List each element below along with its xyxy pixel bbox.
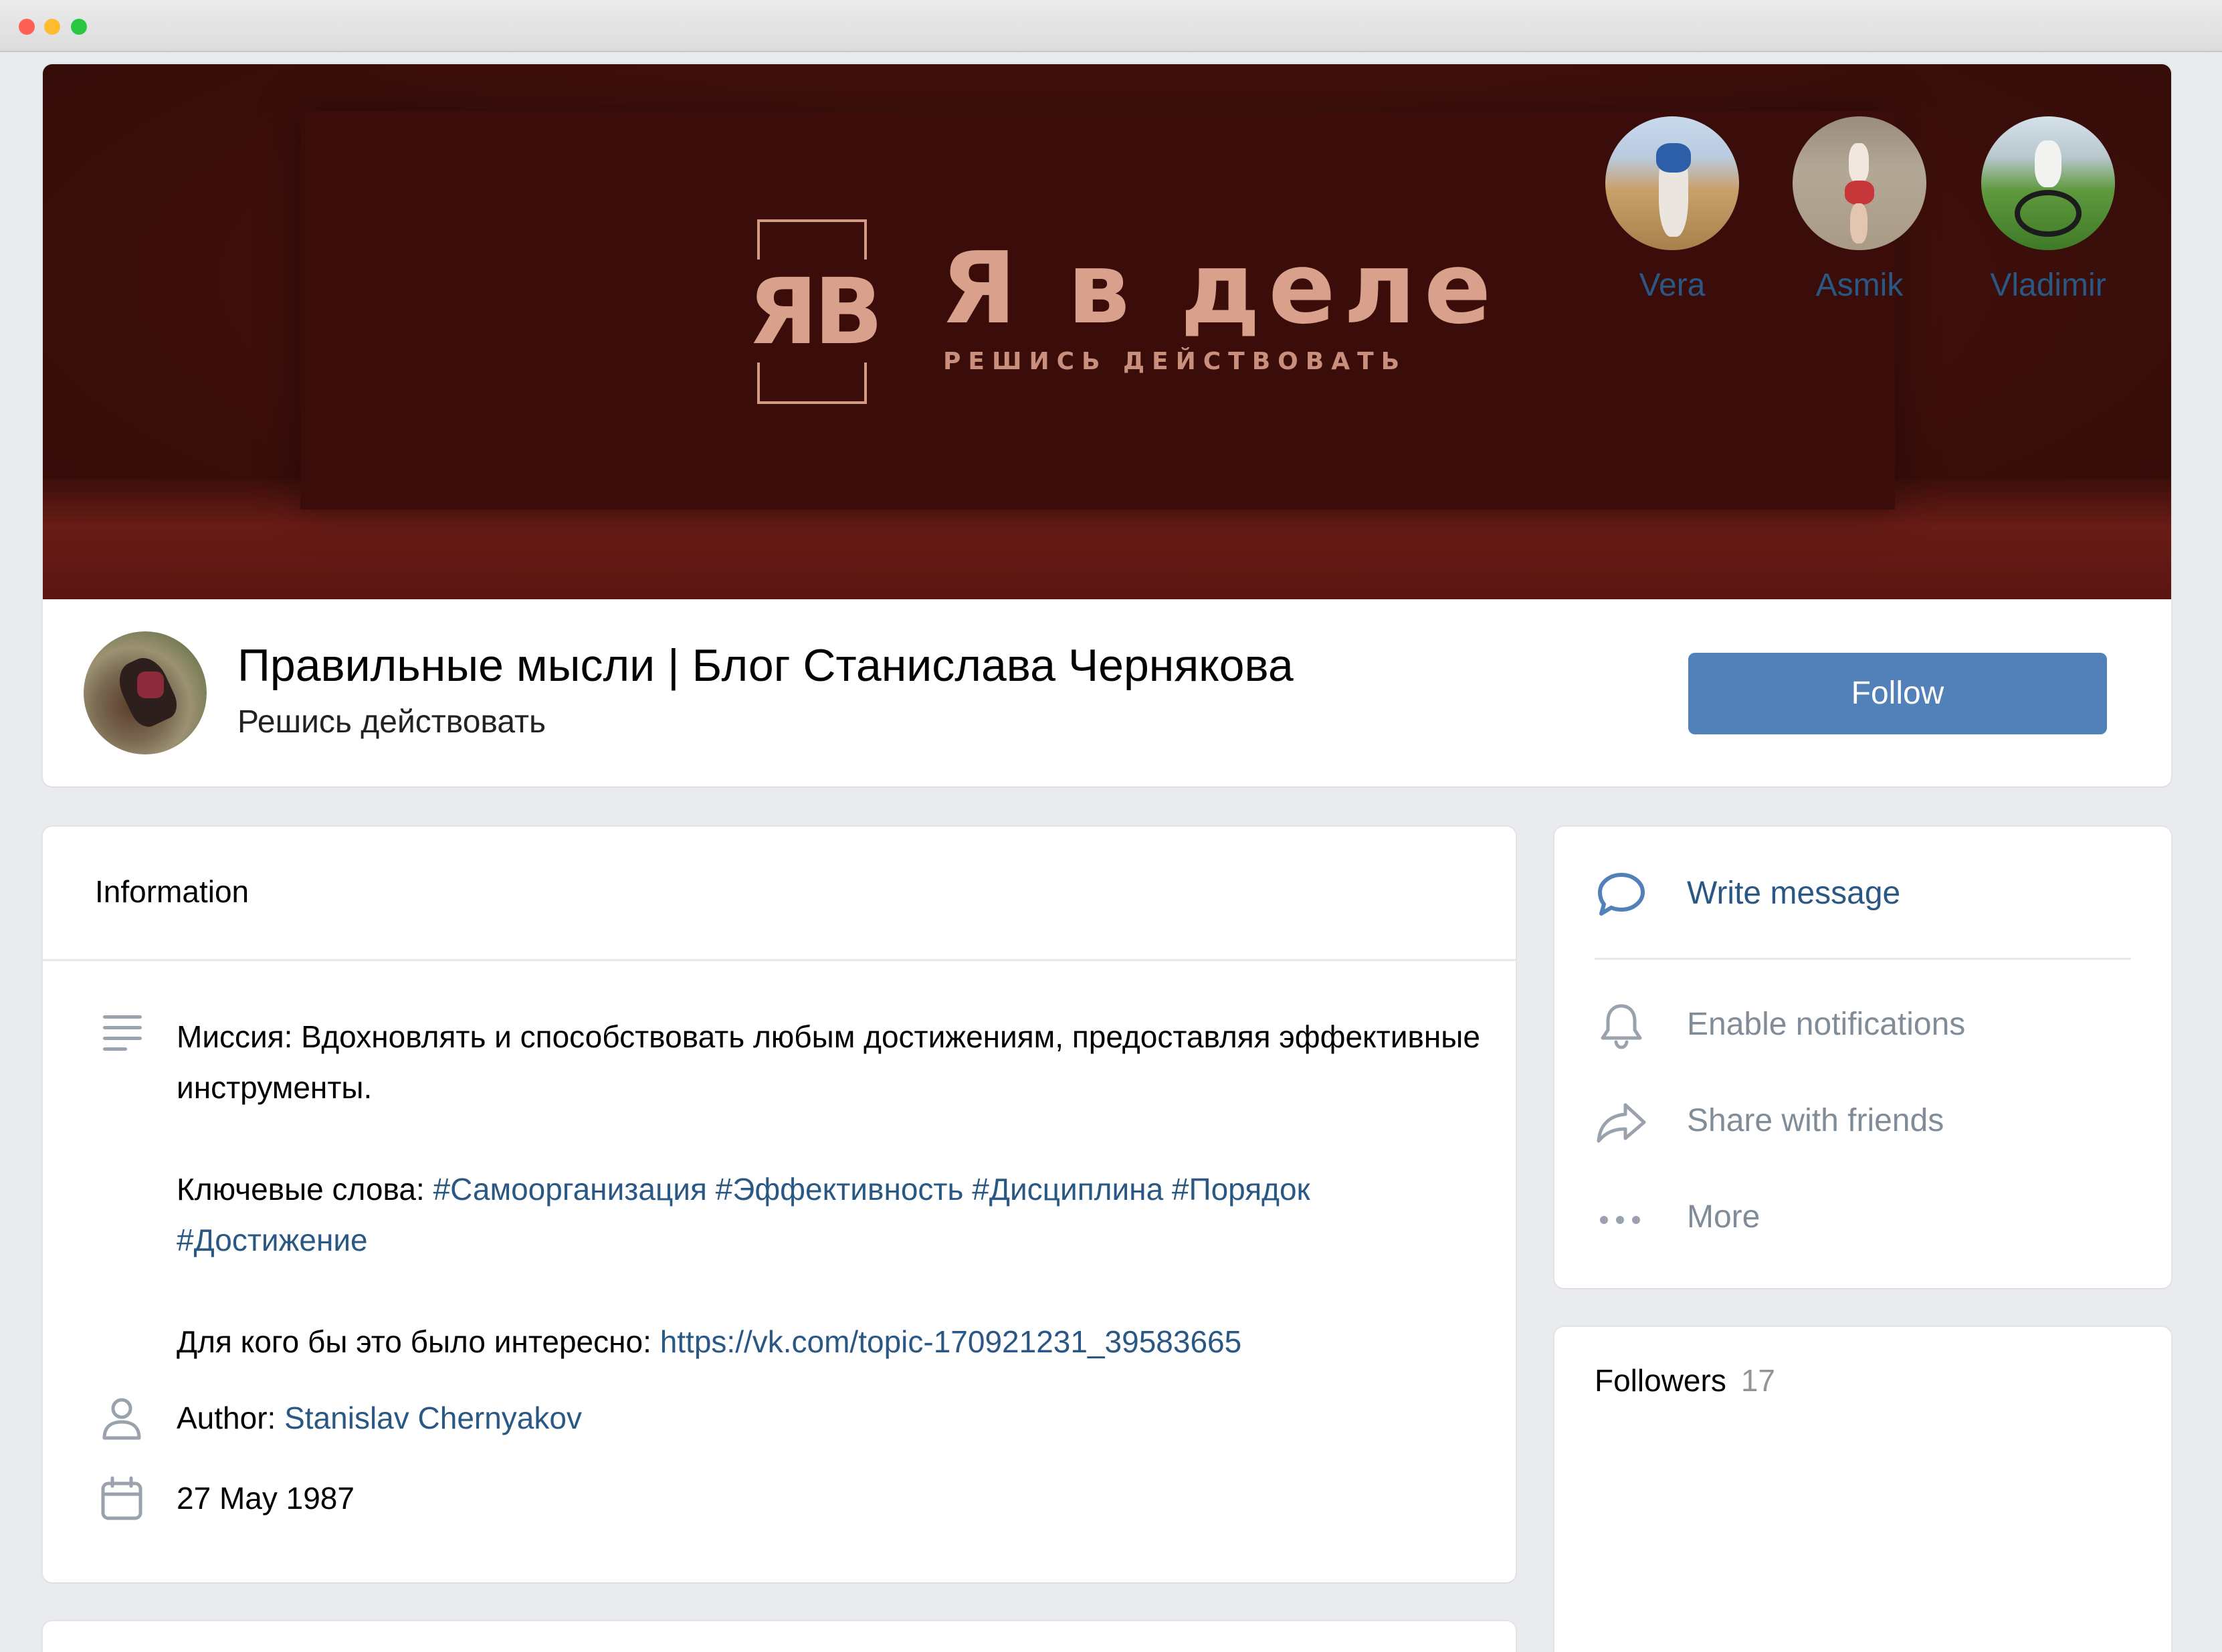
calendar-icon (101, 1476, 142, 1520)
followers-title: Followers (1595, 1363, 1726, 1398)
follower-item[interactable]: Asmik (1779, 116, 1940, 317)
information-card: Information Миссия: Вдохновлять и способ… (43, 827, 1516, 1582)
minimize-window-button[interactable] (44, 19, 60, 35)
divider (43, 959, 1516, 961)
author-link[interactable]: Stanislav Chernyakov (284, 1401, 582, 1435)
group-status: Решись действовать (237, 704, 546, 740)
group-title: Правильные мысли | Блог Станислава Черня… (237, 640, 1294, 691)
logo-mark: ЯВ (748, 260, 883, 365)
enable-notifications-button[interactable]: Enable notifications (1595, 991, 2156, 1058)
keywords-label: Ключевые слова: (177, 1172, 433, 1207)
message-icon (1598, 873, 1645, 916)
followers-card: Followers 17 (1554, 1327, 2171, 1652)
group-avatar[interactable] (84, 631, 207, 754)
author-row: Author: Stanislav Chernyakov (177, 1392, 582, 1443)
logo-tagline: РЕШИСЬ ДЕЙСТВОВАТЬ (943, 348, 1407, 375)
followers-count: 17 (1740, 1363, 1775, 1398)
follower-avatar (1981, 116, 2115, 250)
follower-name: Vladimir (1990, 268, 2106, 303)
share-button[interactable]: Share with friends (1595, 1088, 2156, 1154)
bell-icon (1601, 1004, 1642, 1049)
description-icon (103, 1015, 143, 1051)
follow-button[interactable]: Follow (1688, 653, 2107, 734)
keywords-text: Ключевые слова: #Самоорганизация #Эффект… (177, 1164, 1501, 1265)
audience-label: Для кого бы это было интересно: (177, 1324, 660, 1359)
follower-avatar (1793, 116, 1926, 250)
founded-date: 27 May 1987 (177, 1481, 355, 1516)
follower-item[interactable]: Vladimir (1968, 116, 2128, 317)
browser-titlebar (0, 0, 2222, 52)
write-message-button[interactable]: Write message (1595, 860, 2156, 927)
divider (1595, 958, 2131, 960)
share-label: Share with friends (1687, 1103, 1944, 1138)
enable-notifications-label: Enable notifications (1687, 1007, 1966, 1042)
follower-item[interactable]: Vera (1592, 116, 1752, 317)
audience-link[interactable]: https://vk.com/topic-170921231_39583665 (660, 1324, 1242, 1359)
maximize-window-button[interactable] (71, 19, 87, 35)
follower-avatar (1605, 116, 1739, 250)
followers-heading[interactable]: Followers 17 (1595, 1354, 1775, 1407)
more-icon (1600, 1216, 1640, 1224)
audience-text: Для кого бы это было интересно: https://… (177, 1316, 1501, 1367)
more-label: More (1687, 1199, 1760, 1235)
follower-name: Asmik (1815, 268, 1904, 303)
follower-name: Vera (1639, 268, 1706, 303)
author-label: Author: (177, 1401, 285, 1435)
user-icon (102, 1398, 141, 1440)
next-section-card (43, 1621, 1516, 1652)
actions-card: Write message Enable notifications Share… (1554, 827, 2171, 1288)
information-heading: Information (95, 874, 249, 909)
write-message-label: Write message (1687, 875, 1901, 911)
share-icon (1597, 1103, 1646, 1143)
logo-title: Я в деле (940, 231, 1500, 346)
mission-text: Миссия: Вдохновлять и способствовать люб… (177, 1019, 1480, 1105)
more-button[interactable]: More (1595, 1184, 2156, 1251)
close-window-button[interactable] (19, 19, 35, 35)
